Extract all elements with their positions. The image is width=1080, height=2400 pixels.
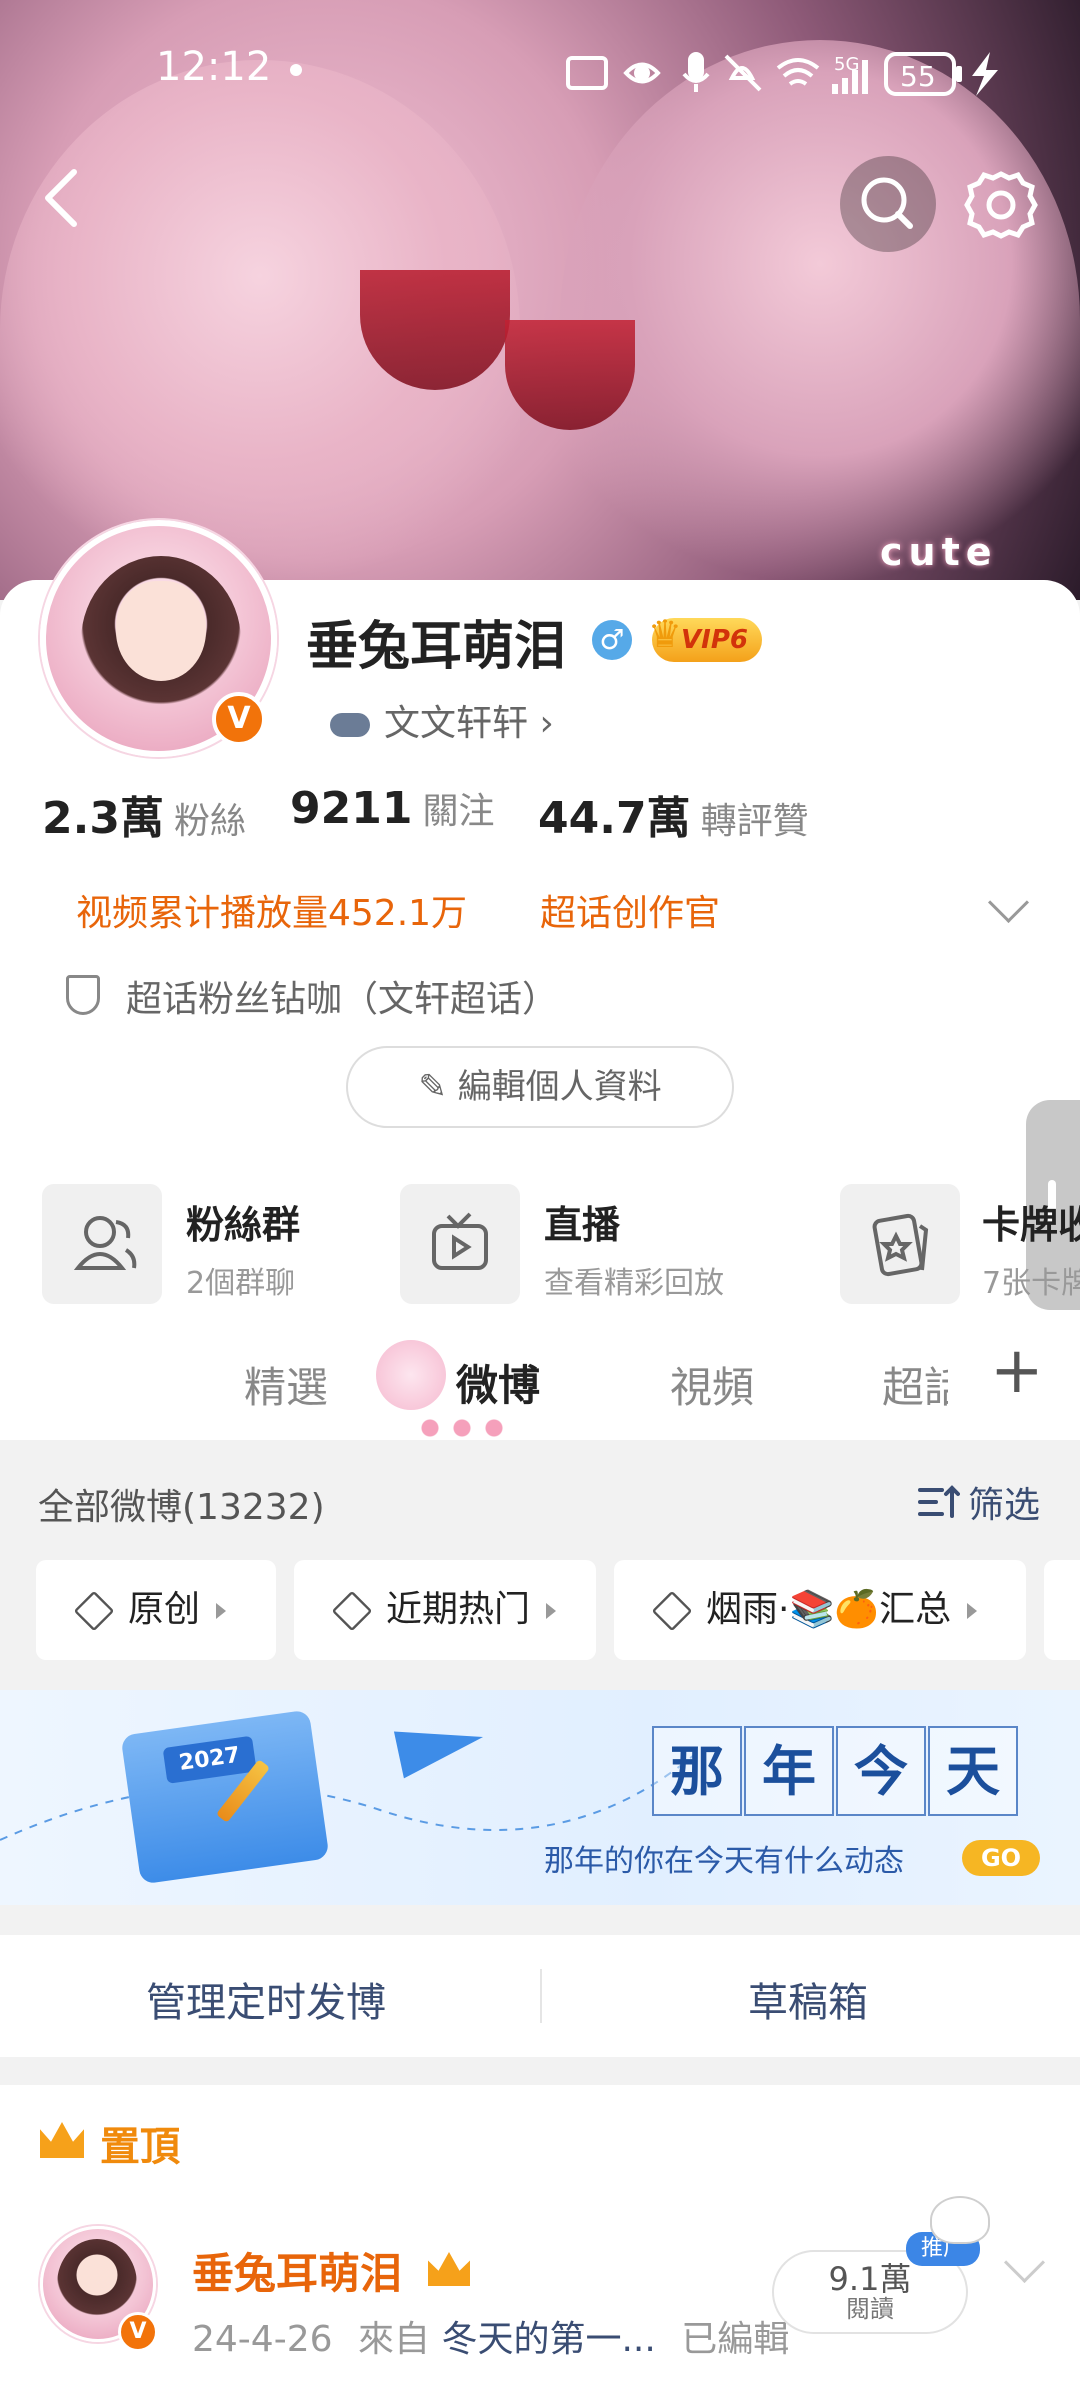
chip-label: 烟雨·📚🍊汇总	[706, 1589, 952, 1630]
memory-title-char: 那	[652, 1726, 742, 1816]
tile-sub-fans-group: 2個群聊	[186, 1266, 296, 1301]
memory-title-char: 今	[836, 1726, 926, 1816]
read-count-value: 9.1萬	[828, 2260, 912, 2298]
status-time: 12:12	[156, 44, 272, 90]
tile-title-fans-group[interactable]: 粉絲群	[186, 1194, 300, 1249]
layers-icon	[651, 1590, 693, 1632]
supertopic-link-label: 文文轩轩 ›	[384, 703, 554, 744]
creator-highlight[interactable]: 超话创作官	[540, 884, 720, 936]
stat-value: 9211	[290, 783, 413, 834]
post-date: 24-4-26	[192, 2319, 333, 2360]
calendar-icon: 2027	[120, 1709, 330, 1885]
verified-badge-icon: V	[118, 2312, 158, 2352]
crown-icon: ♛	[648, 612, 683, 656]
filter-button[interactable]: 筛选	[916, 1476, 1046, 1526]
tile-sub-cards: 7张卡牌	[982, 1266, 1080, 1301]
back-button[interactable]	[38, 168, 88, 228]
chip-label: 近期热门	[386, 1589, 531, 1630]
cloud-icon	[330, 713, 370, 737]
supertopic-link[interactable]: 文文轩轩 ›	[330, 694, 554, 746]
all-posts-count: 全部微博(13232)	[38, 1487, 325, 1528]
post-source-link[interactable]: 冬天的第一...	[441, 2319, 655, 2360]
play-count-highlight[interactable]: 视频累计播放量452.1万	[76, 884, 467, 936]
stat-value: 44.7萬	[538, 793, 691, 844]
stat-label: 轉評贊	[700, 801, 809, 842]
stat-likes[interactable]: 44.7萬 轉評贊	[538, 782, 809, 846]
filter-icon	[918, 1485, 960, 1518]
notification-dot-icon	[290, 64, 302, 76]
strawberry-dots-icon	[420, 1418, 504, 1438]
caret-right-icon	[546, 1603, 557, 1619]
shield-icon	[66, 975, 100, 1015]
read-count-label: 閱讀	[846, 2295, 894, 2323]
gear-icon	[964, 171, 1038, 239]
memory-subtitle: 那年的你在今天有什么动态	[544, 1844, 904, 1879]
svg-text:55: 55	[900, 60, 936, 93]
search-button[interactable]	[840, 156, 936, 252]
card-icon[interactable]	[840, 1184, 960, 1304]
scheduled-posts-button[interactable]: 管理定时发博	[146, 1970, 386, 2028]
verified-badge-icon: V	[212, 692, 266, 746]
tile-title-cards[interactable]: 卡牌收	[982, 1194, 1080, 1249]
chip-recent-hot[interactable]: 近期热门	[294, 1560, 596, 1660]
post-meta: 24-4-26 來自 冬天的第一... 已編輯	[192, 2310, 789, 2362]
mascot-icon	[930, 2196, 990, 2244]
edit-profile-button[interactable]: ✎ 編輯個人資料	[346, 1046, 734, 1128]
chip-more[interactable]	[1044, 1560, 1080, 1660]
chip-label: 原创	[128, 1589, 201, 1630]
drafts-button[interactable]: 草稿箱	[748, 1970, 868, 2028]
tab-add-button[interactable]: +	[948, 1330, 1080, 1430]
filter-label: 筛选	[968, 1485, 1041, 1526]
status-icons: 5G 55	[566, 48, 1016, 100]
memory-title-char: 天	[928, 1726, 1018, 1816]
pencil-icon: ✎	[418, 1067, 458, 1107]
chip-collection[interactable]: 烟雨·📚🍊汇总	[614, 1560, 1026, 1660]
stat-followers[interactable]: 2.3萬 粉絲	[42, 782, 246, 846]
stat-value: 2.3萬	[42, 793, 164, 844]
layers-icon	[331, 1590, 373, 1632]
live-tv-icon[interactable]	[400, 1184, 520, 1304]
tile-sub-live: 查看精彩回放	[544, 1266, 724, 1301]
go-button[interactable]: GO	[962, 1840, 1040, 1876]
divider	[540, 1969, 542, 2023]
vip-badge[interactable]: ♛ VIP6	[648, 612, 762, 662]
stat-label: 粉絲	[173, 801, 246, 842]
tab-featured[interactable]: 精選	[244, 1354, 328, 1415]
settings-button[interactable]	[956, 160, 1046, 250]
cover-sticker-text: cute	[880, 530, 998, 574]
layers-icon	[73, 1590, 115, 1632]
caret-right-icon	[216, 1603, 227, 1619]
tab-videos[interactable]: 視頻	[670, 1354, 754, 1415]
caret-right-icon	[967, 1603, 978, 1619]
username: 垂兔耳萌泪	[306, 617, 567, 677]
male-icon: ♂	[592, 620, 632, 660]
plus-icon: +	[990, 1334, 1044, 1408]
stat-following[interactable]: 9211 關注	[290, 782, 494, 834]
tab-weibo[interactable]: 微博	[456, 1352, 540, 1413]
vip-level-label: VIP6	[681, 625, 748, 655]
tile-title-live[interactable]: 直播	[544, 1194, 620, 1249]
chip-original[interactable]: 原创	[36, 1560, 276, 1660]
cake-decoration-icon	[376, 1340, 446, 1410]
memory-title-char: 年	[744, 1726, 834, 1816]
fan-title[interactable]: 超话粉丝钻咖（文轩超话）	[126, 970, 558, 1022]
post-username[interactable]: 垂兔耳萌泪	[192, 2240, 402, 2301]
post-from-prefix: 來自	[357, 2319, 430, 2360]
calendar-year: 2027	[162, 1735, 257, 1784]
search-icon	[861, 177, 913, 229]
edit-profile-label: 編輯個人資料	[457, 1067, 662, 1107]
stat-label: 關注	[422, 791, 495, 832]
tab-supertopic[interactable]: 超話	[882, 1354, 948, 1415]
fans-group-icon[interactable]	[42, 1184, 162, 1304]
pinned-label: 置頂	[100, 2124, 180, 2170]
post-edited: 已編輯	[681, 2319, 790, 2360]
